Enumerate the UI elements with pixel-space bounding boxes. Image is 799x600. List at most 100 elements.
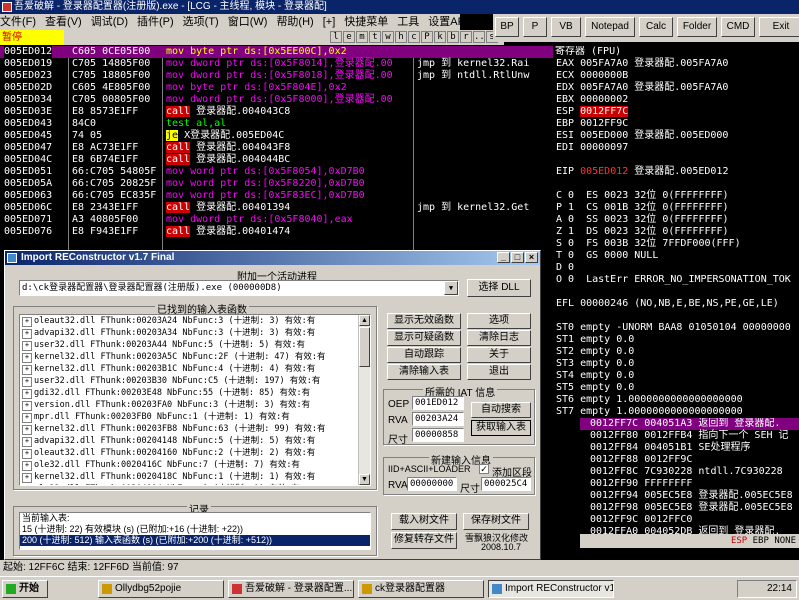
stack-footer-esp[interactable]: ESP bbox=[731, 536, 747, 546]
plugin-button-folder[interactable]: Folder bbox=[677, 17, 717, 37]
register-row[interactable]: EFL 00000246 (NO,NB,E,BE,NS,PE,GE,LE) bbox=[553, 298, 799, 310]
taskbar-item-olly-window[interactable]: 吾爱破解 - 登录器配置... bbox=[228, 580, 354, 598]
toolbar-letter-button[interactable]: m bbox=[356, 31, 368, 43]
process-select[interactable]: d:\ck登录器配置器\登录器配置器(注册版).exe (000000D8) ▼ bbox=[19, 280, 459, 296]
toolbar-letter-button[interactable]: k bbox=[434, 31, 446, 43]
register-row[interactable] bbox=[553, 286, 799, 298]
register-row[interactable]: ST2 empty 0.0 bbox=[553, 346, 799, 358]
iat-autosearch-button[interactable]: 自动搜索 bbox=[471, 402, 531, 418]
register-row[interactable]: ESP 0012FF7C bbox=[553, 106, 799, 118]
register-row[interactable]: O 0 LastErr ERROR_NO_IMPERSONATION_TOK bbox=[553, 274, 799, 286]
import-module-row[interactable]: oleaut32.dll FThunk:00204160 NbFunc:2 (十… bbox=[20, 447, 370, 459]
menu-item[interactable]: 选项(T) bbox=[183, 16, 219, 28]
auto-trace-button[interactable]: 自动跟踪 bbox=[387, 347, 461, 363]
stack-footer-none[interactable]: NONE bbox=[774, 536, 796, 546]
save-tree-button[interactable]: 保存树文件 bbox=[463, 513, 529, 530]
log-line[interactable]: 200 (十进制: 512) 输入表函数 (s) (已附加:+200 (十进制:… bbox=[20, 535, 370, 546]
imports-tree[interactable]: oleaut32.dll FThunk:00203A24 NbFunc:3 (十… bbox=[19, 314, 371, 486]
register-row[interactable]: ST6 empty 1.0000000000000000000 bbox=[553, 394, 799, 406]
toolbar-letter-button[interactable]: l bbox=[330, 31, 342, 43]
stack-footer-ebp[interactable]: EBP bbox=[753, 536, 769, 546]
clear-imports-button[interactable]: 清除输入表 bbox=[387, 364, 461, 380]
toolbar-letter-button[interactable]: e bbox=[343, 31, 355, 43]
stack-row[interactable]: 0012FF84 004051B1 SE处理程序 bbox=[580, 442, 799, 454]
disasm-row[interactable]: 005ED03E E8 8573E1FF call 登录器配.004043C8 bbox=[0, 106, 553, 118]
stack-row[interactable]: 0012FF8C 7C930228 ntdll.7C930228 bbox=[580, 466, 799, 478]
import-module-row[interactable]: gdi32.dll FThunk:00203E48 NbFunc:55 (十进制… bbox=[20, 387, 370, 399]
register-row[interactable] bbox=[553, 178, 799, 190]
menu-item[interactable]: 插件(P) bbox=[137, 16, 174, 28]
plugin-button-cmd[interactable]: CMD bbox=[721, 17, 755, 37]
show-suspect-button[interactable]: 显示可疑函数 bbox=[387, 330, 461, 346]
register-row[interactable]: EAX 005FA7A0 登录器配.005FA7A0 bbox=[553, 58, 799, 70]
import-module-row[interactable]: user32.dll FThunk:00203A44 NbFunc:5 (十进制… bbox=[20, 339, 370, 351]
taskbar-item-ck-folder[interactable]: ck登录器配置器 bbox=[358, 580, 484, 598]
register-row[interactable]: ST1 empty 0.0 bbox=[553, 334, 799, 346]
toolbar-letter-button[interactable]: b bbox=[447, 31, 459, 43]
toolbar-letter-button[interactable]: P bbox=[421, 31, 433, 43]
disasm-row[interactable]: 005ED063 66:C705 EC835F mov word ptr ds:[0… bbox=[0, 190, 553, 202]
register-row[interactable]: ESI 005ED000 登录器配.005ED000 bbox=[553, 130, 799, 142]
imports-scrollbar[interactable]: ▲ ▼ bbox=[358, 315, 370, 485]
register-value[interactable]: 005ED012 bbox=[580, 166, 628, 177]
register-row[interactable]: ST0 empty -UNORM BAA8 01050104 00000000 bbox=[553, 322, 799, 334]
register-row[interactable]: EDX 005FA7A0 登录器配.005FA7A0 bbox=[553, 82, 799, 94]
register-row[interactable]: ST3 empty 0.0 bbox=[553, 358, 799, 370]
register-row[interactable]: Z 1 DS 0023 32位 0(FFFFFFFF) bbox=[553, 226, 799, 238]
register-row[interactable]: ST5 empty 0.0 bbox=[553, 382, 799, 394]
close-icon[interactable]: × bbox=[525, 252, 538, 263]
register-row[interactable]: ECX 0000000B bbox=[553, 70, 799, 82]
new-size-field[interactable]: 000025C4 bbox=[481, 477, 531, 491]
load-tree-button[interactable]: 载入树文件 bbox=[391, 513, 457, 530]
registers-pane[interactable]: 寄存器 (FPU) EAX 005FA7A0 登录器配.005FA7A0 ECX … bbox=[553, 46, 799, 418]
import-module-row[interactable]: mpr.dll FThunk:00203FB0 NbFunc:1 (十进制: 1… bbox=[20, 411, 370, 423]
disasm-row[interactable]: 005ED071 A3 40805F00 mov dword ptr ds:[0x5… bbox=[0, 214, 553, 226]
stack-row[interactable]: 0012FF80 0012FFB4 指向下一个 SEH 记 bbox=[580, 430, 799, 442]
scroll-thumb[interactable] bbox=[359, 327, 370, 367]
register-row[interactable]: S 0 FS 003B 32位 7FFDF000(FFF) bbox=[553, 238, 799, 250]
add-section-checkbox[interactable]: ✓ bbox=[479, 464, 489, 474]
menu-item[interactable]: 窗口(W) bbox=[228, 16, 268, 28]
menu-item[interactable]: [+] bbox=[323, 16, 336, 28]
new-rva-field[interactable]: 00000000 bbox=[407, 477, 457, 491]
chevron-down-icon[interactable]: ▼ bbox=[444, 281, 458, 295]
toolbar-letter-button[interactable]: w bbox=[382, 31, 394, 43]
stack-row[interactable]: 0012FF7C 004051A3 返回到 登录器配. bbox=[580, 418, 799, 430]
maximize-icon[interactable]: □ bbox=[511, 252, 524, 263]
register-row[interactable]: D 0 bbox=[553, 262, 799, 274]
import-module-row[interactable]: version.dll FThunk:00203FA0 NbFunc:3 (十进… bbox=[20, 399, 370, 411]
disasm-row[interactable]: 005ED012 C605 0CE05E00 mov byte ptr ds:[0x… bbox=[0, 46, 553, 58]
register-row[interactable]: EBP 0012FF9C bbox=[553, 118, 799, 130]
fix-dump-button[interactable]: 修复转存文件 bbox=[391, 532, 457, 549]
scroll-down-icon[interactable]: ▼ bbox=[359, 474, 370, 485]
plugin-button-bp[interactable]: BP bbox=[495, 17, 519, 37]
register-row[interactable]: ST7 empty 1.0000000000000000000 bbox=[553, 406, 799, 418]
register-row[interactable]: EBX 00000002 bbox=[553, 94, 799, 106]
disasm-row[interactable]: 005ED019 C705 14805F00 mov dword ptr ds:[0… bbox=[0, 58, 553, 70]
import-module-row[interactable]: kernel32.dll FThunk:0020418C NbFunc:1 (十… bbox=[20, 471, 370, 483]
register-row[interactable]: P 1 CS 001B 32位 0(FFFFFFFF) bbox=[553, 202, 799, 214]
select-dll-button[interactable]: 选择 DLL bbox=[467, 279, 531, 297]
disasm-row[interactable]: 005ED023 C705 18805F00 mov dword ptr ds:[0… bbox=[0, 70, 553, 82]
import-module-row[interactable]: kernel32.dll FThunk:00203B1C NbFunc:4 (十… bbox=[20, 363, 370, 375]
register-value[interactable]: 0012FF7C bbox=[580, 106, 629, 117]
import-module-row[interactable]: kernel32.dll FThunk:00203FB8 NbFunc:63 (… bbox=[20, 423, 370, 435]
toolbar-letter-button[interactable]: c bbox=[408, 31, 420, 43]
exit-button[interactable]: 退出 bbox=[467, 364, 531, 380]
register-row[interactable] bbox=[553, 154, 799, 166]
disasm-row[interactable]: 005ED06C E8 2343E1FF call 登录器配.00401394 jmp… bbox=[0, 202, 553, 214]
import-module-row[interactable]: oleaut32.dll FThunk:00203A24 NbFunc:3 (十… bbox=[20, 315, 370, 327]
stack-pane[interactable]: 0012FF7C 004051A3 返回到 登录器配. 0012FF80 0012… bbox=[580, 418, 799, 548]
get-imports-button[interactable]: 获取输入表 bbox=[471, 420, 531, 436]
rva-field[interactable]: 00203A24 bbox=[412, 412, 464, 426]
stack-row[interactable]: 0012FF88 0012FF9C bbox=[580, 454, 799, 466]
plugin-button-calc[interactable]: Calc bbox=[639, 17, 673, 37]
import-module-row[interactable]: advapi32.dll FThunk:00204148 NbFunc:5 (十… bbox=[20, 435, 370, 447]
menu-item[interactable]: 设置API断点▸ bbox=[428, 16, 495, 28]
disasm-row[interactable]: 005ED047 E8 AC73E1FF call 登录器配.004043F8 bbox=[0, 142, 553, 154]
disasm-row[interactable]: 005ED04C E8 6B74E1FF call 登录器配.004044BC bbox=[0, 154, 553, 166]
disasm-row[interactable]: 005ED076 E8 F943E1FF call 登录器配.00401474 bbox=[0, 226, 553, 238]
clear-log-button[interactable]: 清除日志 bbox=[467, 330, 531, 346]
show-invalid-button[interactable]: 显示无效函数 bbox=[387, 313, 461, 329]
disasm-row[interactable]: 005ED034 C705 00805F00 mov dword ptr ds:[0… bbox=[0, 94, 553, 106]
